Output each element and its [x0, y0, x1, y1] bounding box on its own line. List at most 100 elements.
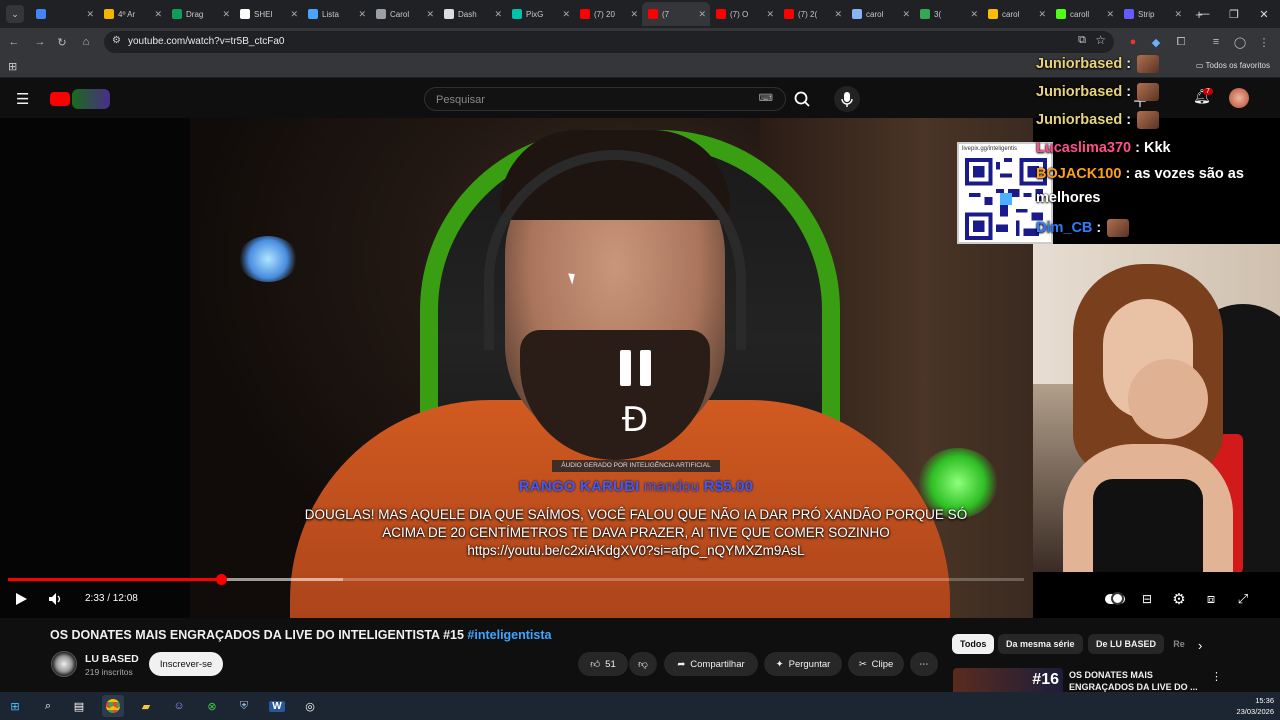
install-app-icon[interactable]: ⧉ — [1078, 34, 1086, 47]
clip-button[interactable]: ✂ Clipe — [848, 652, 904, 676]
tab-close-icon[interactable]: ✕ — [1038, 9, 1046, 20]
video-hashtag[interactable]: #inteligentista — [467, 628, 551, 642]
tab-close-icon[interactable]: ✕ — [154, 9, 162, 20]
taskbar-search-icon[interactable]: ⌕ — [37, 695, 59, 717]
minimize-icon[interactable]: — — [1189, 0, 1219, 28]
close-window-icon[interactable]: ✕ — [1249, 0, 1279, 28]
search-input[interactable]: Pesquisar ⌨ — [424, 87, 786, 111]
autoplay-toggle[interactable] — [1104, 588, 1126, 610]
obs-icon[interactable]: ◎ — [299, 695, 321, 717]
tab-close-icon[interactable]: ✕ — [1106, 9, 1114, 20]
browser-tab[interactable]: carol ✕ — [982, 2, 1050, 26]
browser-tab[interactable]: SHEI ✕ — [234, 2, 302, 26]
browser-tab[interactable]: PixG ✕ — [506, 2, 574, 26]
tab-close-icon[interactable]: ✕ — [766, 9, 774, 20]
tab-close-icon[interactable]: ✕ — [902, 9, 910, 20]
xbox-icon[interactable]: ⊗ — [201, 695, 223, 717]
dislike-button[interactable]: 👎︎ — [629, 652, 657, 676]
like-button[interactable]: 👍︎ 51 — [578, 652, 628, 676]
browser-tab[interactable]: Dash ✕ — [438, 2, 506, 26]
browser-tab[interactable]: carol ✕ — [846, 2, 914, 26]
browser-tab[interactable]: Lista ✕ — [302, 2, 370, 26]
tab-close-icon[interactable]: ✕ — [222, 9, 230, 20]
home-icon[interactable]: ⌂ — [78, 34, 94, 50]
tab-close-icon[interactable]: ✕ — [494, 9, 502, 20]
apps-grid-icon[interactable]: ⊞ — [8, 60, 17, 73]
browser-tab[interactable]: Strip ✕ — [1118, 2, 1186, 26]
browser-tab[interactable]: Drag ✕ — [166, 2, 234, 26]
task-view-icon[interactable]: ▤ — [68, 695, 90, 717]
progress-bar[interactable] — [8, 574, 1024, 585]
filter-chip[interactable]: De LU BASED — [1088, 634, 1165, 654]
browser-tab[interactable]: Carol ✕ — [370, 2, 438, 26]
back-icon[interactable]: ← — [6, 34, 22, 50]
tab-close-icon[interactable]: ✕ — [562, 9, 570, 20]
site-info-icon[interactable]: ⚙ — [112, 35, 121, 46]
tab-close-icon[interactable]: ✕ — [834, 9, 842, 20]
channel-avatar[interactable] — [51, 651, 77, 677]
voice-search-button[interactable] — [834, 86, 860, 112]
recommended-menu-icon[interactable]: ⋮ — [1211, 670, 1222, 683]
donation-logo-icon: Ð — [621, 400, 649, 440]
address-bar[interactable]: ⚙ youtube.com/watch?v=tr5B_ctcFa0 ⧉ ☆ — [104, 31, 1114, 53]
tab-close-icon[interactable]: ✕ — [698, 9, 706, 20]
tab-search-icon[interactable]: ⌄ — [6, 5, 24, 23]
recommended-thumbnail[interactable]: #16 — [953, 668, 1063, 692]
recommended-title[interactable]: OS DONATES MAIS ENGRAÇADOS DA LIVE DO ..… — [1069, 669, 1199, 693]
browser-tab[interactable]: ✕ — [30, 2, 98, 26]
bookmark-star-icon[interactable]: ☆ — [1095, 33, 1106, 47]
captions-button[interactable]: ⊟ — [1136, 588, 1158, 610]
settings-button[interactable]: ⚙ — [1168, 588, 1190, 610]
reload-icon[interactable]: ↻ — [54, 34, 70, 50]
youtube-icon — [716, 9, 726, 19]
tab-close-icon[interactable]: ✕ — [426, 9, 434, 20]
filter-chip[interactable]: Todos — [952, 634, 995, 654]
filter-chip[interactable]: Re — [1164, 634, 1194, 654]
fullscreen-button[interactable]: ⤢ — [1232, 588, 1254, 610]
browser-tab-title: (7) 2( — [798, 9, 818, 19]
more-actions-button[interactable]: ⋯ — [910, 652, 938, 676]
volume-button[interactable] — [45, 588, 67, 610]
filter-chip[interactable]: Da mesma série — [998, 634, 1083, 654]
tab-close-icon[interactable]: ✕ — [358, 9, 366, 20]
chrome-taskbar-icon[interactable] — [102, 695, 124, 717]
browser-tab[interactable]: 3(✕ — [914, 2, 982, 26]
keyboard-icon[interactable]: ⌨ — [759, 93, 773, 104]
hamburger-menu-icon[interactable]: ☰ — [16, 90, 29, 108]
defender-icon[interactable]: ⛨ — [233, 695, 255, 717]
browser-tab[interactable]: (7) 20 ✕ — [574, 2, 642, 26]
profile-icon[interactable]: ◯ — [1232, 34, 1248, 50]
word-icon[interactable]: W — [266, 695, 288, 717]
subscribe-button[interactable]: Inscrever-se — [149, 652, 223, 676]
extensions-puzzle-icon[interactable]: ⧠ — [1173, 34, 1189, 50]
tab-close-icon[interactable]: ✕ — [630, 9, 638, 20]
system-clock[interactable]: 15:36 23/03/2026 — [1236, 695, 1274, 717]
tab-close-icon[interactable]: ✕ — [290, 9, 298, 20]
forward-icon[interactable]: → — [32, 34, 48, 50]
windows-start-icon[interactable]: ⊞ — [4, 695, 26, 717]
maximize-icon[interactable]: ❐ — [1219, 0, 1249, 28]
browser-tab[interactable]: (7) 2( ✕ — [778, 2, 846, 26]
browser-menu-icon[interactable]: ⋮ — [1256, 34, 1272, 50]
extension-gem-icon[interactable]: ◆ — [1148, 34, 1164, 50]
browser-tab[interactable]: (7 ✕ — [642, 2, 710, 26]
browser-tab[interactable]: 4º Ar ✕ — [98, 2, 166, 26]
search-button[interactable] — [786, 87, 818, 111]
play-button[interactable] — [10, 588, 32, 610]
tab-close-icon[interactable]: ✕ — [970, 9, 978, 20]
extension-record-icon[interactable]: ● — [1125, 34, 1141, 50]
browser-tab[interactable]: caroll ✕ — [1050, 2, 1118, 26]
chips-next-icon[interactable]: › — [1198, 638, 1202, 653]
ask-button[interactable]: ✦ Perguntar — [764, 652, 842, 676]
discord-icon[interactable]: ☺ — [168, 695, 190, 717]
pause-overlay-icon[interactable] — [620, 350, 652, 386]
channel-name[interactable]: LU BASED — [85, 653, 139, 665]
tab-close-icon[interactable]: ✕ — [86, 9, 94, 20]
browser-tab[interactable]: (7) O ✕ — [710, 2, 778, 26]
tab-close-icon[interactable]: ✕ — [1174, 9, 1182, 20]
share-button[interactable]: ➦ Compartilhar — [664, 652, 758, 676]
file-explorer-icon[interactable]: ▰ — [135, 695, 157, 717]
media-control-icon[interactable]: ≡ — [1208, 34, 1224, 50]
youtube-logo[interactable] — [50, 89, 110, 109]
miniplayer-button[interactable]: ⧈ — [1200, 588, 1222, 610]
